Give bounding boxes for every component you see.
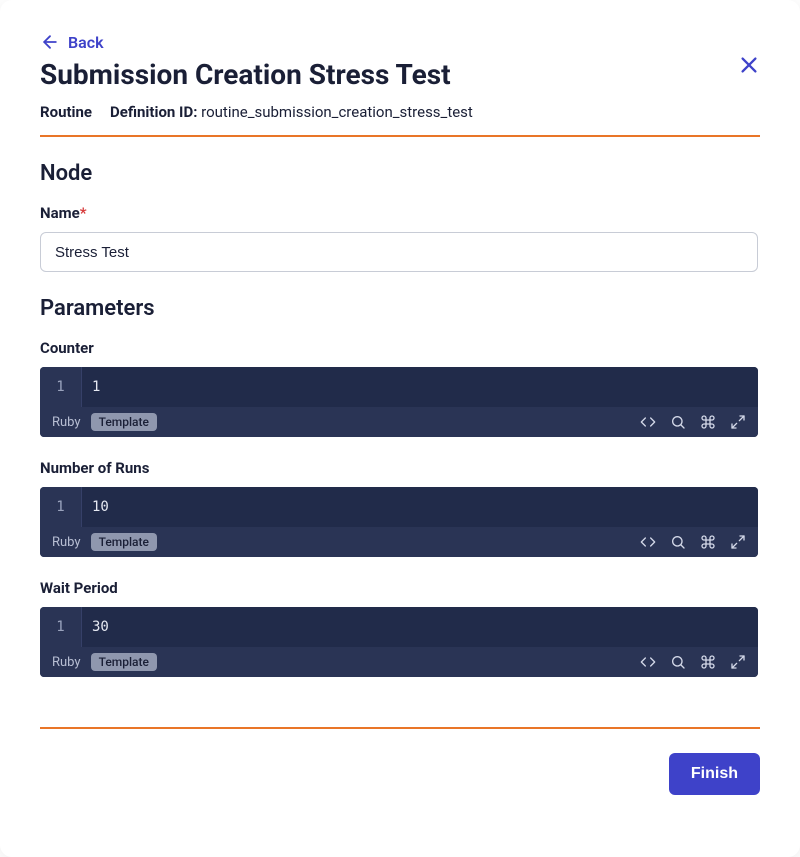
code-footer: Ruby Template: [40, 527, 758, 557]
code-row: 1 1: [40, 367, 758, 407]
code-editor: 1 1 Ruby Template: [40, 367, 758, 437]
template-badge: Template: [91, 653, 157, 671]
line-number: 1: [40, 607, 82, 647]
required-star: *: [80, 204, 87, 222]
template-badge: Template: [91, 533, 157, 551]
language-label: Ruby: [52, 535, 81, 550]
language-label: Ruby: [52, 655, 81, 670]
command-icon[interactable]: [700, 534, 716, 550]
divider-top: [40, 135, 760, 137]
parameter-label: Number of Runs: [40, 459, 758, 477]
definition-id-value: routine_submission_creation_stress_test: [201, 103, 473, 121]
parameter-block: Wait Period 1 30 Ruby Template: [40, 579, 758, 677]
section-heading-node: Node: [40, 161, 758, 186]
code-icon[interactable]: [640, 654, 656, 670]
expand-icon[interactable]: [730, 654, 746, 670]
code-footer-left: Ruby Template: [52, 653, 157, 671]
back-label: Back: [68, 33, 104, 52]
page-title: Submission Creation Stress Test: [40, 58, 760, 91]
code-footer-icons: [640, 534, 746, 550]
code-row: 1 10: [40, 487, 758, 527]
close-icon: [738, 54, 760, 76]
line-number: 1: [40, 487, 82, 527]
search-icon[interactable]: [670, 414, 686, 430]
code-editor: 1 10 Ruby Template: [40, 487, 758, 557]
routine-label: Routine: [40, 103, 92, 121]
name-field-label: Name*: [40, 204, 758, 222]
command-icon[interactable]: [700, 414, 716, 430]
expand-icon[interactable]: [730, 414, 746, 430]
code-content[interactable]: 10: [82, 487, 758, 527]
code-footer-icons: [640, 654, 746, 670]
section-heading-parameters: Parameters: [40, 296, 758, 321]
code-footer: Ruby Template: [40, 647, 758, 677]
parameter-label: Counter: [40, 339, 758, 357]
code-row: 1 30: [40, 607, 758, 647]
template-badge: Template: [91, 413, 157, 431]
code-content[interactable]: 1: [82, 367, 758, 407]
finish-button[interactable]: Finish: [669, 753, 760, 795]
definition-id-label: Definition ID:: [110, 103, 201, 121]
language-label: Ruby: [52, 415, 81, 430]
arrow-left-icon: [40, 32, 60, 52]
parameter-label: Wait Period: [40, 579, 758, 597]
code-editor: 1 30 Ruby Template: [40, 607, 758, 677]
name-input[interactable]: [40, 232, 758, 272]
line-number: 1: [40, 367, 82, 407]
parameter-block: Number of Runs 1 10 Ruby Template: [40, 459, 758, 557]
code-footer-left: Ruby Template: [52, 533, 157, 551]
footer-actions: Finish: [40, 753, 760, 795]
back-link[interactable]: Back: [40, 32, 104, 52]
code-icon[interactable]: [640, 414, 656, 430]
code-footer: Ruby Template: [40, 407, 758, 437]
definition-id-wrap: Definition ID: routine_submission_creati…: [110, 103, 473, 121]
parameter-block: Counter 1 1 Ruby Template: [40, 339, 758, 437]
code-footer-left: Ruby Template: [52, 413, 157, 431]
code-icon[interactable]: [640, 534, 656, 550]
meta-line: Routine Definition ID: routine_submissio…: [40, 103, 760, 121]
modal-container: Back Submission Creation Stress Test Rou…: [0, 0, 800, 857]
name-label-text: Name: [40, 204, 80, 222]
search-icon[interactable]: [670, 654, 686, 670]
content-scroll[interactable]: Node Name* Parameters Counter 1 1 Ruby T…: [40, 161, 760, 699]
code-content[interactable]: 30: [82, 607, 758, 647]
divider-bottom: [40, 727, 760, 729]
command-icon[interactable]: [700, 654, 716, 670]
search-icon[interactable]: [670, 534, 686, 550]
code-footer-icons: [640, 414, 746, 430]
expand-icon[interactable]: [730, 534, 746, 550]
close-button[interactable]: [738, 54, 760, 80]
